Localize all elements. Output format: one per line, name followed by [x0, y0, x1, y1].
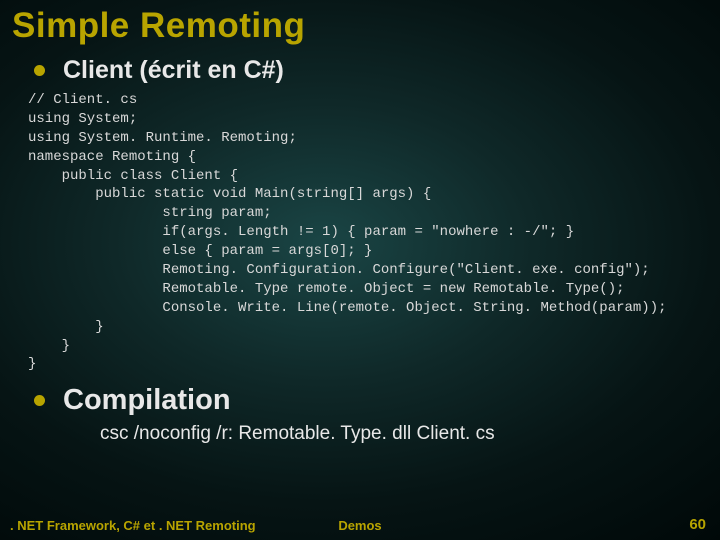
bullet-item-compilation: Compilation	[34, 384, 708, 417]
footer: . NET Framework, C# et . NET Remoting De…	[0, 518, 720, 533]
footer-left: . NET Framework, C# et . NET Remoting	[10, 518, 256, 533]
bullet-icon	[34, 395, 45, 406]
bullet-label: Client (écrit en C#)	[63, 56, 284, 85]
bullet-label: Compilation	[63, 384, 231, 417]
slide: Simple Remoting Client (écrit en C#) // …	[0, 0, 720, 540]
slide-title: Simple Remoting	[12, 6, 708, 46]
code-block: // Client. cs using System; using System…	[28, 91, 708, 374]
bullet-item-client: Client (écrit en C#)	[34, 56, 708, 85]
slide-number: 60	[689, 516, 706, 533]
compilation-command: csc /noconfig /r: Remotable. Type. dll C…	[100, 423, 708, 445]
bullet-icon	[34, 65, 45, 76]
